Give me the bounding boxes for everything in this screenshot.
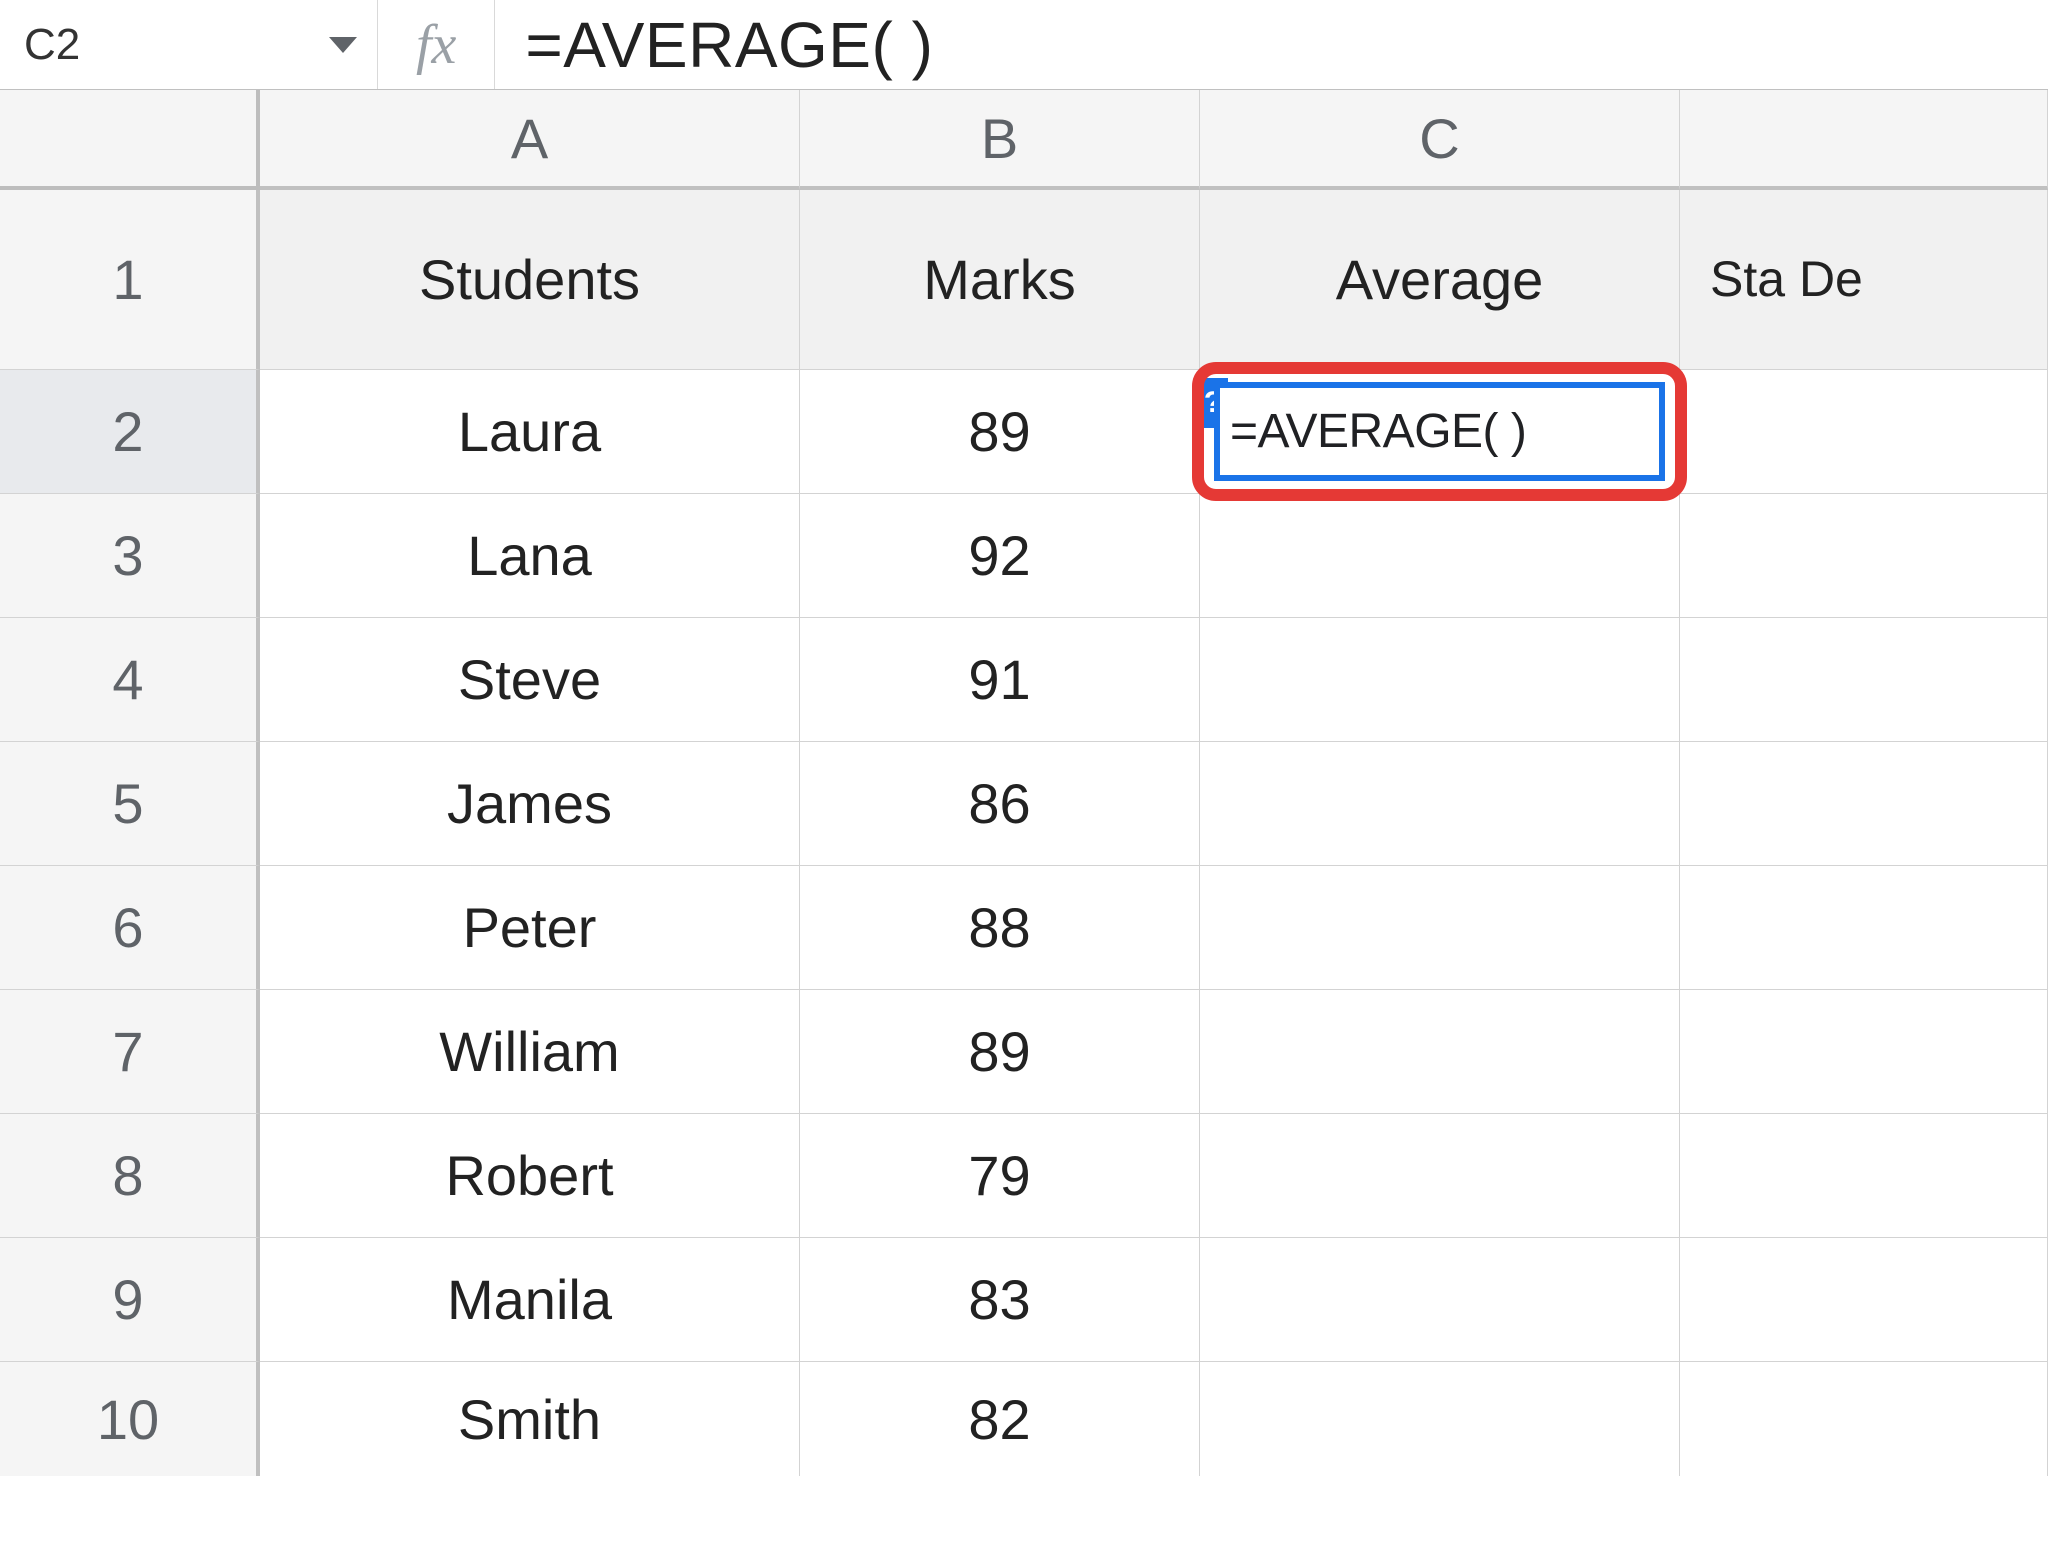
- formula-input[interactable]: =AVERAGE( ): [495, 8, 933, 82]
- table-row: 7 William 89: [0, 990, 2048, 1114]
- cell-A4[interactable]: Steve: [260, 618, 800, 742]
- cell-D1[interactable]: Sta De: [1680, 190, 2048, 370]
- cell-C8[interactable]: [1200, 1114, 1680, 1238]
- cell-B3[interactable]: 92: [800, 494, 1200, 618]
- column-header-D[interactable]: [1680, 90, 2048, 190]
- cell-C5[interactable]: [1200, 742, 1680, 866]
- cell-C10[interactable]: [1200, 1362, 1680, 1476]
- table-row: 1 Students Marks Average Sta De: [0, 190, 2048, 370]
- table-row: 4 Steve 91: [0, 618, 2048, 742]
- table-row: 6 Peter 88: [0, 866, 2048, 990]
- cell-B2[interactable]: 89: [800, 370, 1200, 494]
- cell-B1[interactable]: Marks: [800, 190, 1200, 370]
- cell-D5[interactable]: [1680, 742, 2048, 866]
- cell-A2[interactable]: Laura: [260, 370, 800, 494]
- table-row: 3 Lana 92: [0, 494, 2048, 618]
- column-header-C[interactable]: C: [1200, 90, 1680, 190]
- cell-D4[interactable]: [1680, 618, 2048, 742]
- table-row: 5 James 86: [0, 742, 2048, 866]
- cell-D3[interactable]: [1680, 494, 2048, 618]
- cell-D8[interactable]: [1680, 1114, 2048, 1238]
- table-row: 10 Smith 82: [0, 1362, 2048, 1476]
- column-header-B[interactable]: B: [800, 90, 1200, 190]
- row-header-8[interactable]: 8: [0, 1114, 260, 1238]
- cell-editor[interactable]: =AVERAGE( ): [1214, 382, 1665, 481]
- cell-B8[interactable]: 79: [800, 1114, 1200, 1238]
- cell-A6[interactable]: Peter: [260, 866, 800, 990]
- cell-D7[interactable]: [1680, 990, 2048, 1114]
- cell-B10[interactable]: 82: [800, 1362, 1200, 1476]
- column-header-A[interactable]: A: [260, 90, 800, 190]
- cell-A7[interactable]: William: [260, 990, 800, 1114]
- row-header-9[interactable]: 9: [0, 1238, 260, 1362]
- row-header-6[interactable]: 6: [0, 866, 260, 990]
- row-header-4[interactable]: 4: [0, 618, 260, 742]
- cell-B6[interactable]: 88: [800, 866, 1200, 990]
- cell-C1[interactable]: Average: [1200, 190, 1680, 370]
- cell-B5[interactable]: 86: [800, 742, 1200, 866]
- cell-A9[interactable]: Manila: [260, 1238, 800, 1362]
- fx-icon[interactable]: fx: [378, 0, 495, 89]
- cell-B9[interactable]: 83: [800, 1238, 1200, 1362]
- cell-A1[interactable]: Students: [260, 190, 800, 370]
- cell-A10[interactable]: Smith: [260, 1362, 800, 1476]
- row-header-10[interactable]: 10: [0, 1362, 260, 1476]
- cell-B7[interactable]: 89: [800, 990, 1200, 1114]
- cell-B4[interactable]: 91: [800, 618, 1200, 742]
- cell-C2-editing[interactable]: ? =AVERAGE( ): [1200, 370, 1680, 494]
- cell-A3[interactable]: Lana: [260, 494, 800, 618]
- row-header-7[interactable]: 7: [0, 990, 260, 1114]
- table-row: 9 Manila 83: [0, 1238, 2048, 1362]
- cell-C9[interactable]: [1200, 1238, 1680, 1362]
- formula-bar: C2 fx =AVERAGE( ): [0, 0, 2048, 90]
- cell-C6[interactable]: [1200, 866, 1680, 990]
- cell-C3[interactable]: [1200, 494, 1680, 618]
- cell-D2[interactable]: [1680, 370, 2048, 494]
- row-header-1[interactable]: 1: [0, 190, 260, 370]
- select-all-corner[interactable]: [0, 90, 260, 190]
- cell-D10[interactable]: [1680, 1362, 2048, 1476]
- cell-D9[interactable]: [1680, 1238, 2048, 1362]
- cell-A5[interactable]: James: [260, 742, 800, 866]
- cell-D6[interactable]: [1680, 866, 2048, 990]
- row-header-2[interactable]: 2: [0, 370, 260, 494]
- name-box[interactable]: C2: [8, 0, 378, 89]
- spreadsheet-grid: A B C 1 Students Marks Average Sta De 2 …: [0, 90, 2048, 1476]
- table-row: 8 Robert 79: [0, 1114, 2048, 1238]
- cell-reference: C2: [8, 20, 329, 70]
- cell-C4[interactable]: [1200, 618, 1680, 742]
- row-header-5[interactable]: 5: [0, 742, 260, 866]
- name-box-dropdown-icon[interactable]: [329, 37, 357, 53]
- cell-C7[interactable]: [1200, 990, 1680, 1114]
- column-header-row: A B C: [0, 90, 2048, 190]
- table-row: 2 Laura 89 ? =AVERAGE( ): [0, 370, 2048, 494]
- cell-A8[interactable]: Robert: [260, 1114, 800, 1238]
- row-header-3[interactable]: 3: [0, 494, 260, 618]
